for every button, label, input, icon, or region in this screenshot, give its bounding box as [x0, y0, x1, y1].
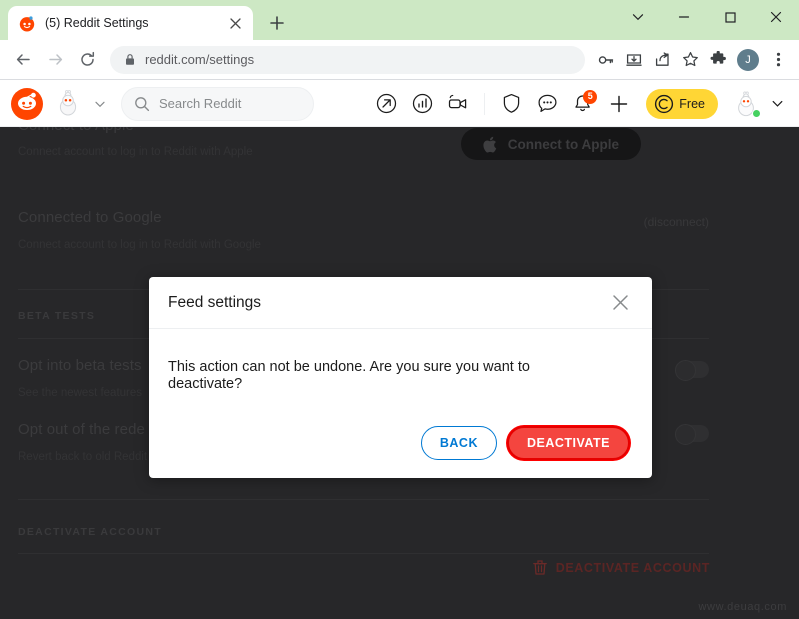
chat-bubble-icon[interactable] [532, 89, 562, 119]
maximize-icon[interactable] [707, 0, 753, 34]
browser-profile-avatar[interactable]: J [737, 48, 759, 71]
setting-subtitle-apple: Connect account to log in to Reddit with… [18, 146, 253, 158]
lock-icon [124, 53, 136, 66]
share-icon[interactable] [649, 47, 675, 73]
deactivate-account-label: DEACTIVATE ACCOUNT [555, 560, 710, 575]
install-app-icon[interactable] [621, 47, 647, 73]
confirm-deactivate-button[interactable]: DEACTIVATE [506, 426, 630, 460]
setting-title-google: Connected to Google [18, 209, 162, 226]
modal-message: This action can not be undone. Are you s… [168, 359, 530, 393]
search-icon [134, 96, 150, 112]
modal-header: Feed settings [149, 277, 652, 329]
popular-arrow-icon[interactable] [371, 89, 401, 119]
tab-title: (5) Reddit Settings [45, 16, 149, 30]
modal-close-icon[interactable] [608, 291, 632, 315]
setting-subtitle-opt-out-redesign: Revert back to old Reddit [18, 451, 148, 463]
modal-title: Feed settings [168, 293, 262, 311]
user-avatar[interactable] [732, 90, 761, 118]
tab-strip: (5) Reddit Settings [0, 0, 291, 40]
setting-subtitle-google: Connect account to log in to Reddit with… [18, 239, 261, 251]
back-arrow-icon[interactable] [8, 45, 38, 75]
toggle-opt-out-redesign[interactable] [675, 424, 709, 445]
browser-toolbar: reddit.com/settings J [0, 40, 799, 80]
mod-shield-icon[interactable] [496, 89, 526, 119]
reddit-coin-icon [654, 94, 674, 114]
forward-arrow-icon[interactable] [40, 45, 70, 75]
snoo-avatar-icon[interactable] [53, 89, 83, 119]
connect-to-apple-button[interactable]: Connect to Apple [460, 128, 641, 160]
window-close-icon[interactable] [753, 0, 799, 34]
modal-footer: BACK DEACTIVATE [149, 414, 652, 478]
header-divider [484, 92, 486, 115]
reddit-coins-free-button[interactable]: Free [646, 88, 718, 119]
notifications-bell-icon[interactable]: 5 [568, 89, 598, 119]
search-input[interactable]: Search Reddit [121, 86, 314, 121]
apple-logo-icon [483, 136, 498, 153]
browser-window: (5) Reddit Settings reddit.com/settings … [0, 0, 799, 619]
address-bar[interactable]: reddit.com/settings [110, 45, 585, 74]
setting-title-apple: Connect to Apple [18, 127, 134, 134]
notification-badge: 5 [583, 89, 598, 104]
tab-search-chevron-down-icon[interactable] [615, 0, 661, 34]
tab-close-icon[interactable] [226, 14, 244, 32]
trending-chart-icon[interactable] [407, 89, 437, 119]
extensions-puzzle-icon[interactable] [705, 47, 731, 73]
create-post-plus-icon[interactable] [604, 89, 634, 119]
reload-icon[interactable] [72, 45, 102, 75]
setting-title-opt-out-redesign: Opt out of the rede [18, 421, 145, 438]
video-camera-icon[interactable] [443, 89, 473, 119]
setting-row-google: Connected to Google Connect account to l… [18, 201, 709, 289]
header-dropdown-chevron-down-icon[interactable] [89, 93, 111, 115]
back-button[interactable]: BACK [420, 426, 497, 460]
section-divider-bottom [18, 499, 709, 500]
google-disconnect-link[interactable]: (disconnect) [644, 215, 709, 229]
minimize-icon[interactable] [661, 0, 707, 34]
toggle-opt-in-beta[interactable] [675, 360, 709, 381]
address-bar-url: reddit.com/settings [145, 52, 255, 67]
reddit-header: Search Reddit 5 Free [0, 81, 799, 127]
deactivate-divider [18, 553, 709, 554]
setting-title-opt-in-beta: Opt into beta tests [18, 357, 142, 374]
deactivate-account-button[interactable]: DEACTIVATE ACCOUNT [532, 560, 710, 575]
user-menu-chevron-down-icon[interactable] [766, 93, 788, 115]
three-dot-menu-icon[interactable] [765, 47, 791, 73]
feed-settings-modal: Feed settings This action can not be und… [149, 277, 652, 478]
reddit-logo-icon[interactable] [11, 87, 43, 120]
browser-titlebar: (5) Reddit Settings [0, 0, 799, 40]
online-status-dot [752, 108, 761, 118]
reddit-favicon [19, 15, 36, 32]
bookmark-star-icon[interactable] [677, 47, 703, 73]
trash-icon [532, 560, 547, 575]
coins-free-label: Free [679, 96, 705, 111]
modal-body: This action can not be undone. Are you s… [149, 329, 652, 414]
setting-row-apple: Connect to Apple Connect account to log … [18, 127, 709, 201]
search-placeholder: Search Reddit [159, 96, 242, 111]
connect-to-apple-label: Connect to Apple [507, 136, 619, 152]
browser-tab[interactable]: (5) Reddit Settings [8, 6, 253, 40]
new-tab-button[interactable] [263, 9, 291, 37]
window-controls [615, 0, 799, 34]
watermark: www.deuaq.com [698, 601, 787, 613]
deactivate-section-header: DEACTIVATE ACCOUNT [18, 526, 162, 538]
key-icon[interactable] [593, 47, 619, 73]
setting-subtitle-opt-in-beta: See the newest features [18, 387, 143, 399]
